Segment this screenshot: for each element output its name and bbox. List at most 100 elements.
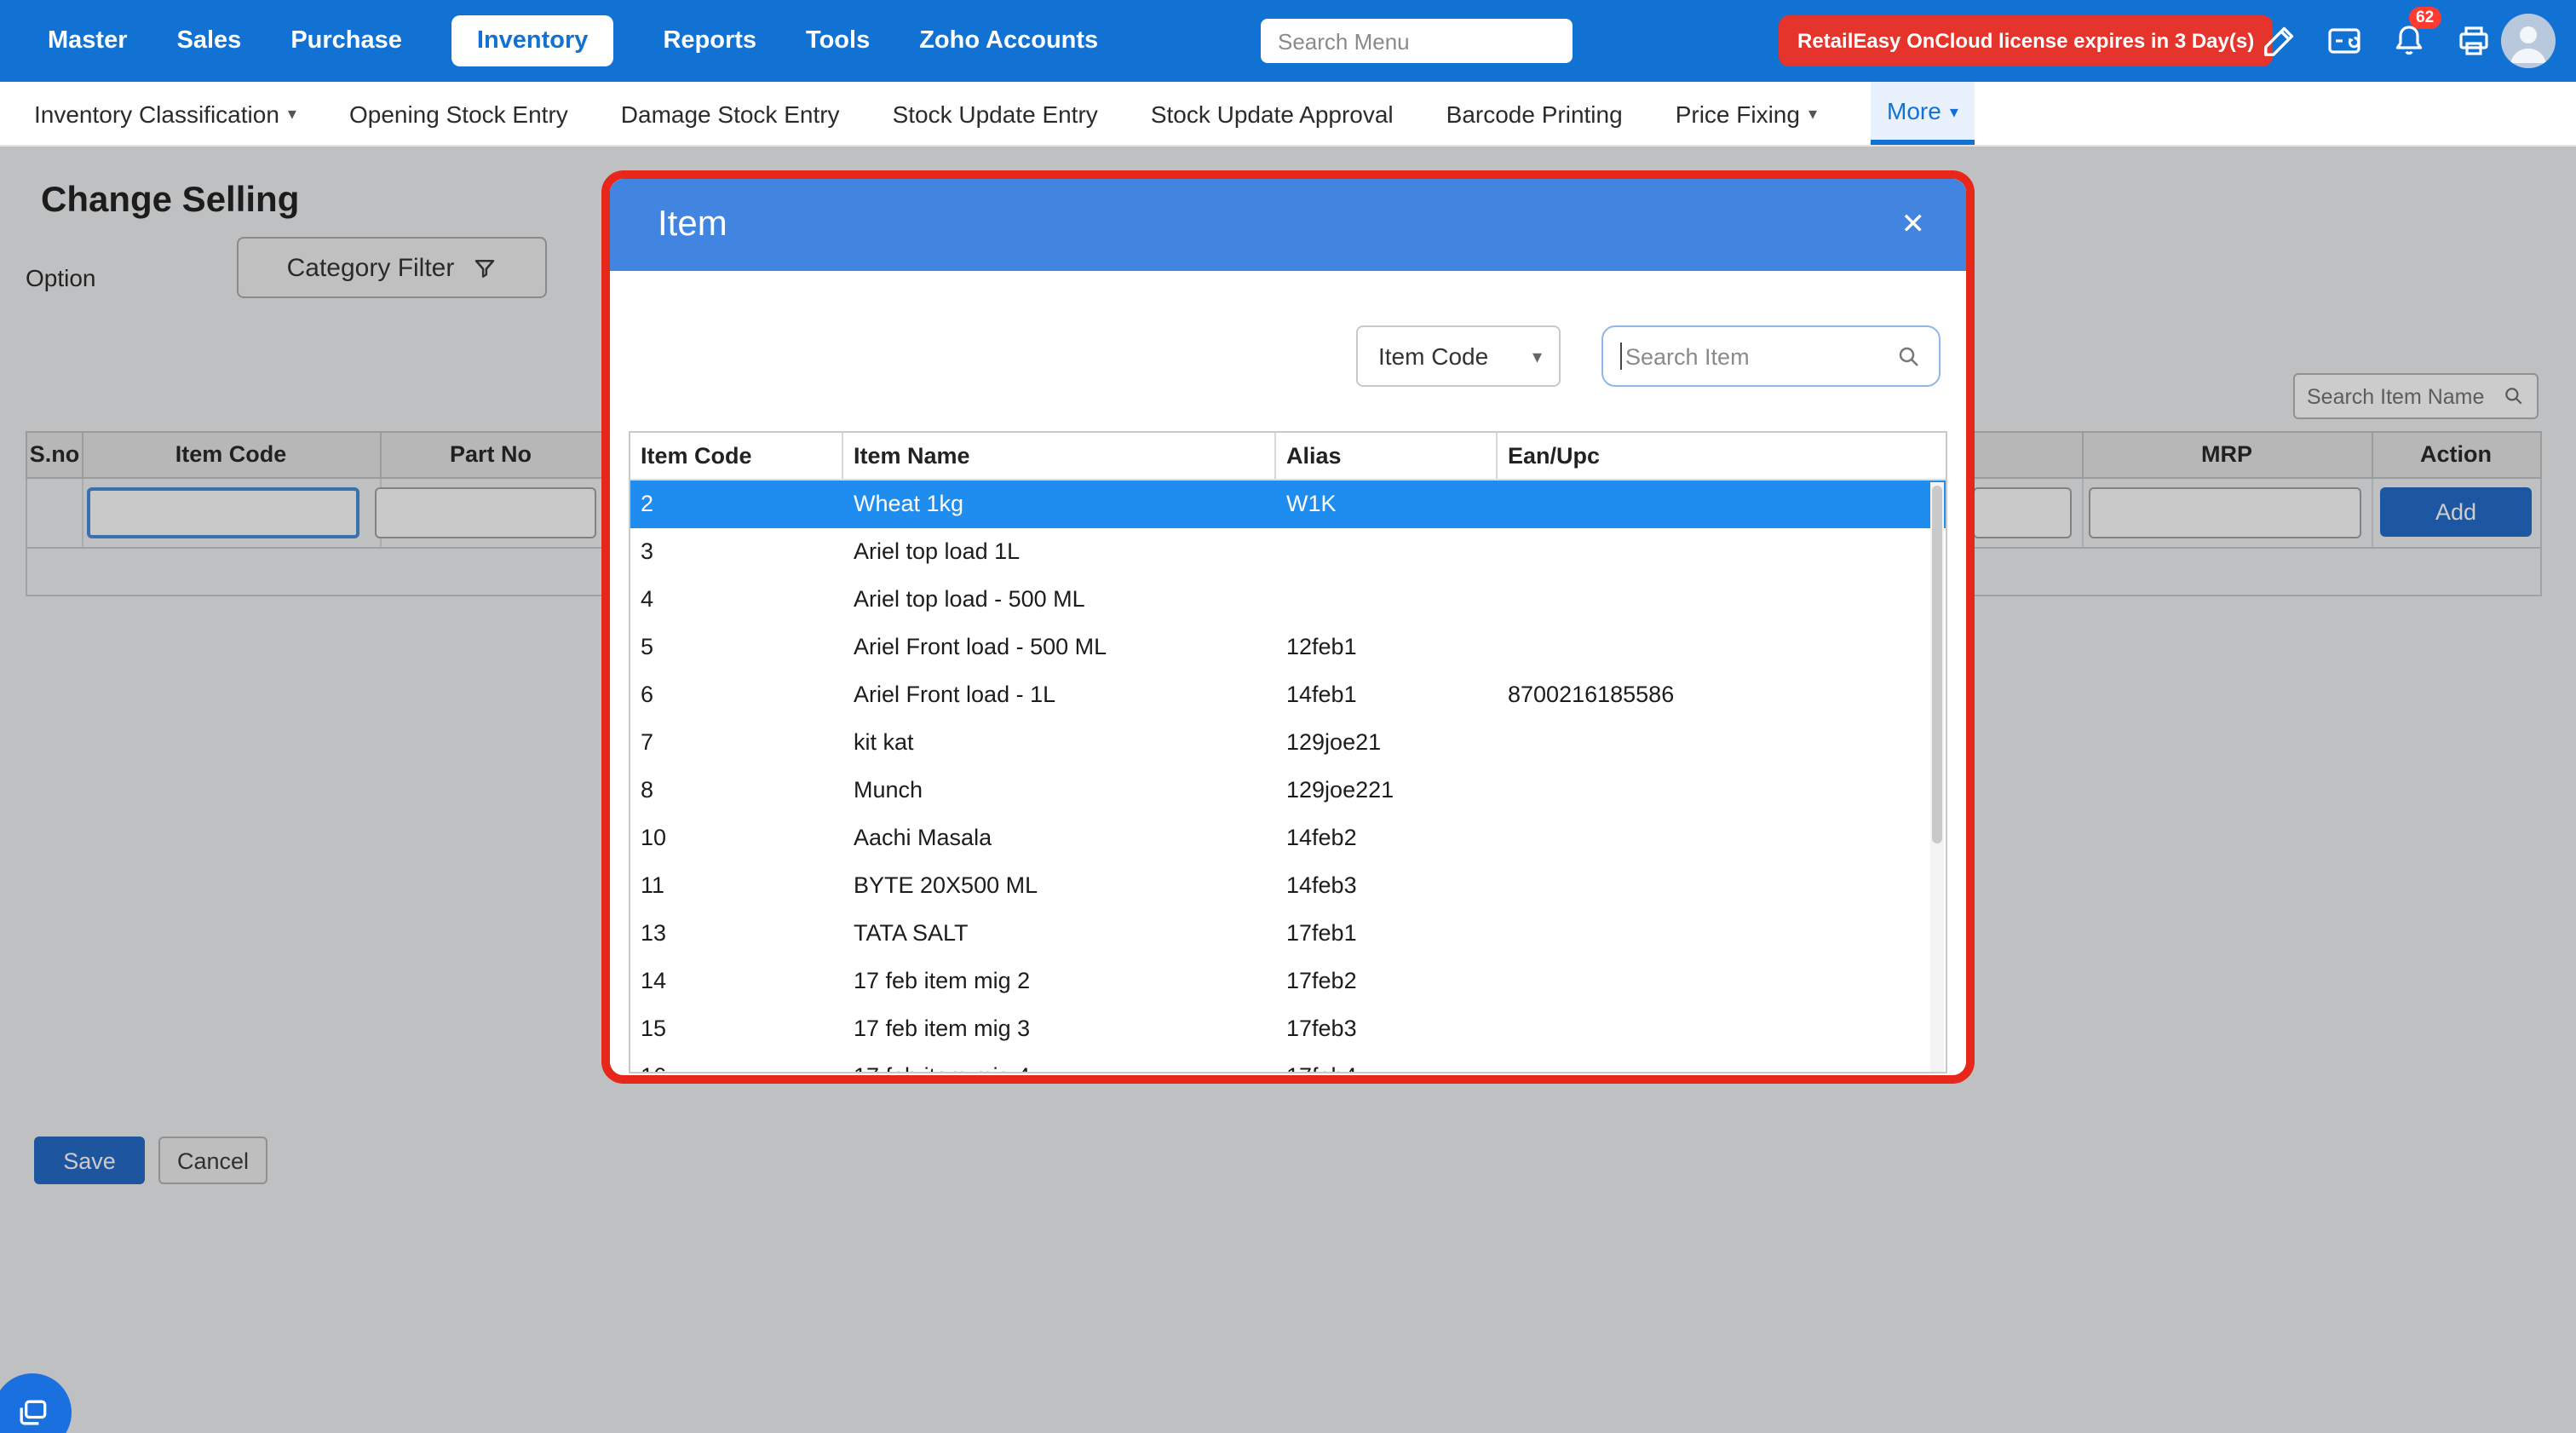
ean-cell bbox=[1498, 814, 1946, 862]
item-code-cell: 13 bbox=[630, 910, 843, 958]
alias-cell: 129joe221 bbox=[1276, 767, 1498, 814]
nav-zoho-accounts[interactable]: Zoho Accounts bbox=[919, 27, 1098, 55]
item-name-cell: 17 feb item mig 4 bbox=[843, 1053, 1276, 1072]
alias-cell: 17feb4 bbox=[1276, 1053, 1498, 1072]
annotation-highlight-border: Item ✕ Item Code ▾ Search Item Item Code… bbox=[601, 170, 1975, 1084]
item-row[interactable]: 14 17 feb item mig 2 17feb2 bbox=[630, 958, 1946, 1005]
modal-title: Item bbox=[658, 179, 727, 271]
notifications-bell-icon[interactable]: 62 bbox=[2389, 20, 2429, 61]
item-row[interactable]: 4 Ariel top load - 500 ML bbox=[630, 576, 1946, 624]
col-alias: Alias bbox=[1276, 433, 1498, 479]
ean-cell bbox=[1498, 624, 1946, 671]
nav-master[interactable]: Master bbox=[48, 27, 128, 55]
print-icon[interactable] bbox=[2453, 20, 2494, 61]
item-row[interactable]: 8 Munch 129joe221 bbox=[630, 767, 1946, 814]
chevron-down-icon: ▾ bbox=[288, 106, 296, 124]
ean-cell bbox=[1498, 910, 1946, 958]
ean-cell bbox=[1498, 576, 1946, 624]
item-code-cell: 8 bbox=[630, 767, 843, 814]
search-icon bbox=[1896, 343, 1922, 369]
item-code-cell: 15 bbox=[630, 1005, 843, 1053]
alias-cell: 129joe21 bbox=[1276, 719, 1498, 767]
item-row[interactable]: 13 TATA SALT 17feb1 bbox=[630, 910, 1946, 958]
topbar: Master Sales Purchase Inventory Reports … bbox=[0, 0, 2576, 82]
alias-cell: 14feb2 bbox=[1276, 814, 1498, 862]
item-name-cell: Ariel Front load - 1L bbox=[843, 671, 1276, 719]
item-row[interactable]: 11 BYTE 20X500 ML 14feb3 bbox=[630, 862, 1946, 910]
item-code-cell: 7 bbox=[630, 719, 843, 767]
alias-cell: W1K bbox=[1276, 481, 1498, 528]
ean-cell: 8700216185586 bbox=[1498, 671, 1946, 719]
item-name-cell: Munch bbox=[843, 767, 1276, 814]
subnav-opening-stock-entry[interactable]: Opening Stock Entry bbox=[349, 82, 568, 145]
subnav-price-fixing[interactable]: Price Fixing▾ bbox=[1676, 82, 1817, 145]
item-code-cell: 11 bbox=[630, 862, 843, 910]
item-code-cell: 14 bbox=[630, 958, 843, 1005]
alias-cell: 14feb3 bbox=[1276, 862, 1498, 910]
search-by-dropdown[interactable]: Item Code ▾ bbox=[1356, 325, 1561, 387]
nav-purchase[interactable]: Purchase bbox=[290, 27, 402, 55]
item-code-cell: 3 bbox=[630, 528, 843, 576]
ean-cell bbox=[1498, 528, 1946, 576]
item-row[interactable]: 5 Ariel Front load - 500 ML 12feb1 bbox=[630, 624, 1946, 671]
item-row[interactable]: 6 Ariel Front load - 1L 14feb1 870021618… bbox=[630, 671, 1946, 719]
item-picker-modal: Item ✕ Item Code ▾ Search Item Item Code… bbox=[610, 179, 1966, 1075]
inventory-subnav: Inventory Classification▾ Opening Stock … bbox=[0, 82, 2576, 147]
subnav-stock-update-approval[interactable]: Stock Update Approval bbox=[1151, 82, 1394, 145]
user-avatar[interactable] bbox=[2501, 14, 2556, 68]
nav-reports[interactable]: Reports bbox=[663, 27, 756, 55]
ean-cell bbox=[1498, 481, 1946, 528]
tools-pencil-icon[interactable] bbox=[2259, 20, 2300, 61]
item-row[interactable]: 15 17 feb item mig 3 17feb3 bbox=[630, 1005, 1946, 1053]
subnav-stock-update-entry[interactable]: Stock Update Entry bbox=[893, 82, 1098, 145]
alias-cell: 17feb1 bbox=[1276, 910, 1498, 958]
item-code-cell: 16 bbox=[630, 1053, 843, 1072]
nav-inventory[interactable]: Inventory bbox=[451, 15, 614, 66]
ean-cell bbox=[1498, 719, 1946, 767]
app-window: Master Sales Purchase Inventory Reports … bbox=[0, 0, 2576, 1433]
item-row[interactable]: 10 Aachi Masala 14feb2 bbox=[630, 814, 1946, 862]
ean-cell bbox=[1498, 767, 1946, 814]
chevron-down-icon: ▾ bbox=[1950, 103, 1958, 122]
chevron-down-icon: ▾ bbox=[1532, 345, 1542, 367]
main-nav: Master Sales Purchase Inventory Reports … bbox=[48, 0, 1098, 82]
item-row[interactable]: 3 Ariel top load 1L bbox=[630, 528, 1946, 576]
subnav-inventory-classification[interactable]: Inventory Classification▾ bbox=[34, 82, 296, 145]
item-name-cell: Ariel top load 1L bbox=[843, 528, 1276, 576]
chevron-down-icon: ▾ bbox=[1808, 106, 1817, 124]
item-code-cell: 6 bbox=[630, 671, 843, 719]
billing-subscription-icon[interactable] bbox=[2324, 20, 2365, 61]
item-search-input[interactable]: Search Item bbox=[1601, 325, 1941, 387]
subnav-damage-stock-entry[interactable]: Damage Stock Entry bbox=[621, 82, 840, 145]
modal-table-scrollbar[interactable] bbox=[1930, 482, 1944, 1072]
item-code-cell: 2 bbox=[630, 481, 843, 528]
item-name-cell: kit kat bbox=[843, 719, 1276, 767]
item-name-cell: BYTE 20X500 ML bbox=[843, 862, 1276, 910]
license-alert-banner[interactable]: RetailEasy OnCloud license expires in 3 … bbox=[1779, 15, 2273, 66]
item-row-clipped[interactable]: 16 17 feb item mig 4 17feb4 bbox=[630, 1053, 1946, 1072]
item-name-cell: 17 feb item mig 2 bbox=[843, 958, 1276, 1005]
nav-sales[interactable]: Sales bbox=[177, 27, 242, 55]
ean-cell bbox=[1498, 1005, 1946, 1053]
alias-cell bbox=[1276, 528, 1498, 576]
item-row[interactable]: 7 kit kat 129joe21 bbox=[630, 719, 1946, 767]
item-name-cell: Ariel Front load - 500 ML bbox=[843, 624, 1276, 671]
subnav-barcode-printing[interactable]: Barcode Printing bbox=[1446, 82, 1623, 145]
nav-tools[interactable]: Tools bbox=[806, 27, 870, 55]
col-item-name: Item Name bbox=[843, 433, 1276, 479]
alias-cell: 17feb2 bbox=[1276, 958, 1498, 1005]
ean-cell bbox=[1498, 862, 1946, 910]
subnav-more[interactable]: More▾ bbox=[1870, 82, 1975, 145]
alias-cell: 14feb1 bbox=[1276, 671, 1498, 719]
modal-header: Item ✕ bbox=[610, 179, 1966, 271]
item-row-selected[interactable]: 2 Wheat 1kg W1K bbox=[630, 481, 1946, 528]
scrollbar-thumb[interactable] bbox=[1932, 486, 1942, 843]
item-name-cell: TATA SALT bbox=[843, 910, 1276, 958]
item-name-cell: Aachi Masala bbox=[843, 814, 1276, 862]
alias-cell bbox=[1276, 576, 1498, 624]
item-table-header: Item Code Item Name Alias Ean/Upc bbox=[630, 433, 1946, 481]
item-name-cell: 17 feb item mig 3 bbox=[843, 1005, 1276, 1053]
ean-cell bbox=[1498, 958, 1946, 1005]
close-icon[interactable]: ✕ bbox=[1901, 179, 1926, 271]
menu-search-input[interactable] bbox=[1261, 19, 1573, 63]
